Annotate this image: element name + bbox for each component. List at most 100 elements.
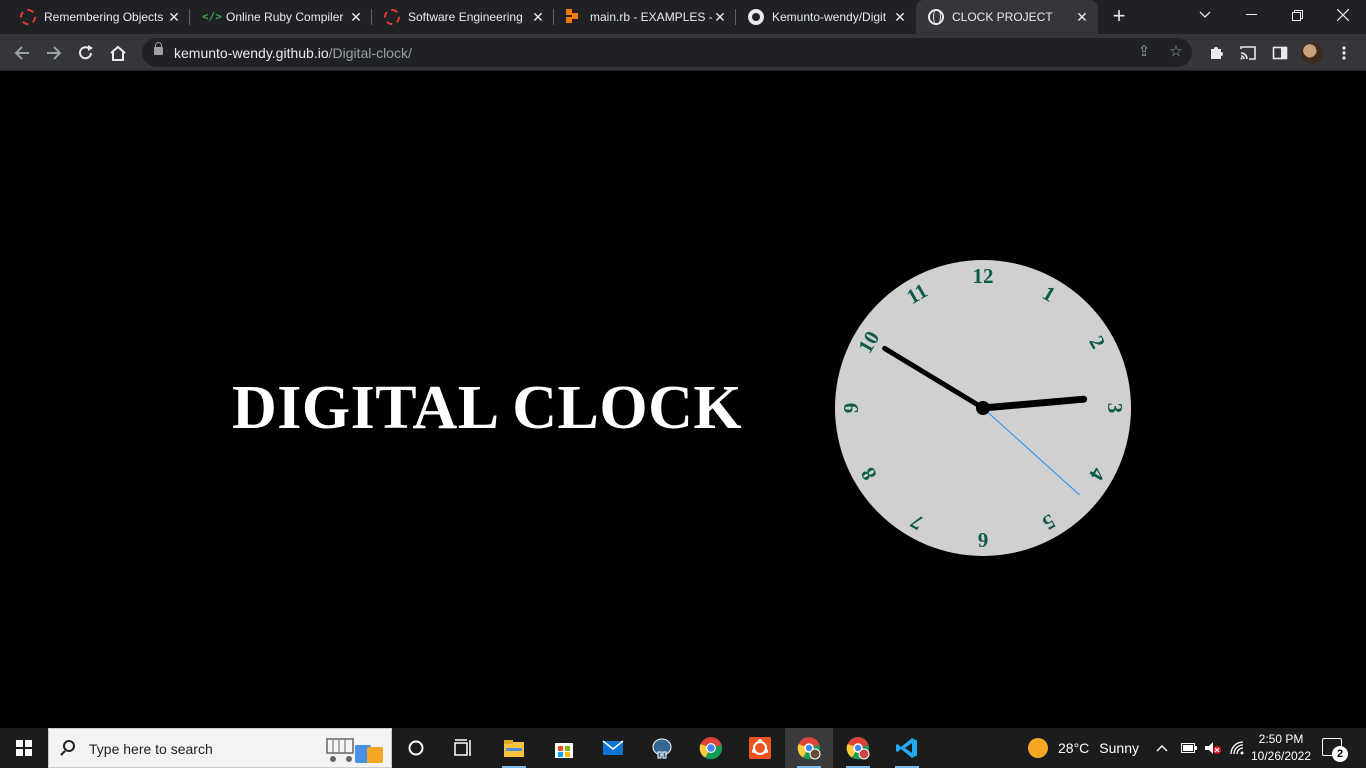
clock-center-pin <box>976 401 990 415</box>
bookmark-star-icon[interactable]: ☆ <box>1167 43 1185 61</box>
tab-title: Kemunto-wendy/Digit <box>772 10 887 24</box>
vscode-button[interactable] <box>883 728 931 768</box>
store-bag-icon <box>555 743 573 758</box>
tab-main-rb[interactable]: main.rb - EXAMPLES - ✕ <box>554 0 736 34</box>
clock-numeral: 9 <box>839 403 863 414</box>
back-arrow-icon <box>14 46 29 60</box>
browser-toolbar: kemunto-wendy.github.io/Digital-clock/ ⇪… <box>0 34 1366 71</box>
tab-clock-project[interactable]: CLOCK PROJECT ✕ <box>916 0 1098 34</box>
github-icon <box>748 9 764 25</box>
share-icon[interactable]: ⇪ <box>1135 43 1153 61</box>
tab-software-engineering[interactable]: Software Engineering ✕ <box>372 0 554 34</box>
home-button[interactable] <box>105 40 131 66</box>
chrome-icon <box>699 737 723 760</box>
replit-icon <box>566 9 582 25</box>
clock-numeral: 3 <box>1103 403 1127 414</box>
tab-remembering-objects[interactable]: Remembering Objects ✕ <box>8 0 190 34</box>
side-panel-icon <box>1272 46 1288 60</box>
tab-search-button[interactable] <box>1182 0 1228 30</box>
cast-icon <box>1240 46 1256 60</box>
ubuntu-icon <box>749 737 771 759</box>
close-tab-icon[interactable]: ✕ <box>530 9 546 26</box>
tab-title: CLOCK PROJECT <box>952 10 1053 24</box>
vscode-icon <box>896 738 917 758</box>
sun-icon <box>1028 738 1048 758</box>
pgadmin-button[interactable] <box>638 728 686 768</box>
forward-arrow-icon <box>47 46 62 60</box>
tab-strip: Remembering Objects ✕ </> Online Ruby Co… <box>0 0 1366 34</box>
close-tab-icon[interactable]: ✕ <box>1074 9 1090 26</box>
chrome-profile-icon <box>797 737 821 760</box>
weather-condition: Sunny <box>1099 740 1139 756</box>
chevron-down-icon <box>1199 11 1211 18</box>
close-window-button[interactable] <box>1320 0 1366 30</box>
cast-button[interactable] <box>1235 40 1261 66</box>
mail-icon <box>602 740 624 755</box>
show-hidden-icons-button[interactable] <box>1156 728 1168 768</box>
restore-icon <box>1291 9 1303 21</box>
close-tab-icon[interactable]: ✕ <box>712 9 728 26</box>
ring-icon <box>384 9 400 25</box>
tab-online-ruby-compiler[interactable]: </> Online Ruby Compiler ✕ <box>190 0 372 34</box>
minimize-button[interactable] <box>1228 0 1274 30</box>
battery-icon <box>1181 743 1197 753</box>
restore-button[interactable] <box>1274 0 1320 30</box>
page-content: DIGITAL CLOCK 12 1 2 3 4 5 6 7 8 9 10 11 <box>0 71 1366 728</box>
back-button[interactable] <box>9 40 35 66</box>
search-placeholder: Type here to search <box>89 741 213 757</box>
folder-icon <box>504 740 524 757</box>
battery-indicator[interactable] <box>1181 728 1197 768</box>
windows-taskbar: Type here to search 28°C Sunny 2:50 PM 1… <box>0 728 1366 768</box>
globe-icon <box>928 9 944 25</box>
notification-count-badge: 2 <box>1332 746 1348 762</box>
side-panel-button[interactable] <box>1267 40 1293 66</box>
task-view-button[interactable] <box>440 728 488 768</box>
reload-button[interactable] <box>73 40 99 66</box>
url-host: kemunto-wendy.github.io <box>174 45 329 61</box>
shopping-cart-icon <box>326 738 383 763</box>
windows-logo-icon <box>16 740 32 756</box>
chrome-second-profile-button[interactable] <box>834 728 882 768</box>
url-path: /Digital-clock/ <box>328 45 412 61</box>
search-icon <box>63 740 75 752</box>
close-tab-icon[interactable]: ✕ <box>348 9 364 26</box>
start-button[interactable] <box>0 728 48 768</box>
task-view-icon <box>454 739 471 756</box>
tab-title: Online Ruby Compiler <box>226 10 344 24</box>
address-bar[interactable]: kemunto-wendy.github.io/Digital-clock/ ⇪… <box>142 38 1192 67</box>
home-icon <box>110 45 126 61</box>
tab-title: main.rb - EXAMPLES - <box>590 10 712 24</box>
extensions-button[interactable] <box>1203 40 1229 66</box>
new-tab-button[interactable]: + <box>1108 5 1130 28</box>
address-url[interactable]: kemunto-wendy.github.io/Digital-clock/ <box>174 45 412 61</box>
chrome-button[interactable] <box>687 728 735 768</box>
weather-widget[interactable]: 28°C Sunny <box>1028 728 1139 768</box>
forward-button[interactable] <box>41 40 67 66</box>
taskbar-clock[interactable]: 2:50 PM 10/26/2022 <box>1244 731 1318 765</box>
ubuntu-button[interactable] <box>736 728 784 768</box>
weather-temp: 28°C <box>1058 740 1090 756</box>
cortana-button[interactable] <box>392 728 440 768</box>
reload-icon <box>79 45 93 60</box>
browser-menu-button[interactable] <box>1331 40 1357 66</box>
cortana-circle-icon <box>408 740 424 756</box>
taskbar-search-box[interactable]: Type here to search <box>48 728 392 768</box>
minimize-icon <box>1245 14 1257 15</box>
tab-github-digital-clock[interactable]: Kemunto-wendy/Digit ✕ <box>736 0 916 34</box>
chevron-up-icon <box>1156 745 1168 752</box>
close-icon <box>1337 9 1349 21</box>
kebab-menu-icon <box>1342 46 1346 60</box>
speaker-muted-icon <box>1205 742 1221 754</box>
volume-indicator[interactable] <box>1204 728 1222 768</box>
tab-title: Software Engineering <box>408 10 523 24</box>
chrome-profile-button[interactable] <box>785 728 833 768</box>
mail-button[interactable] <box>589 728 637 768</box>
close-tab-icon[interactable]: ✕ <box>892 9 908 26</box>
profile-avatar[interactable] <box>1301 42 1323 64</box>
close-tab-icon[interactable]: ✕ <box>166 9 182 26</box>
lock-icon <box>154 42 163 55</box>
microsoft-store-button[interactable] <box>540 728 588 768</box>
clock-numeral: 12 <box>973 264 994 288</box>
file-explorer-button[interactable] <box>490 728 538 768</box>
elephant-icon <box>652 738 672 759</box>
